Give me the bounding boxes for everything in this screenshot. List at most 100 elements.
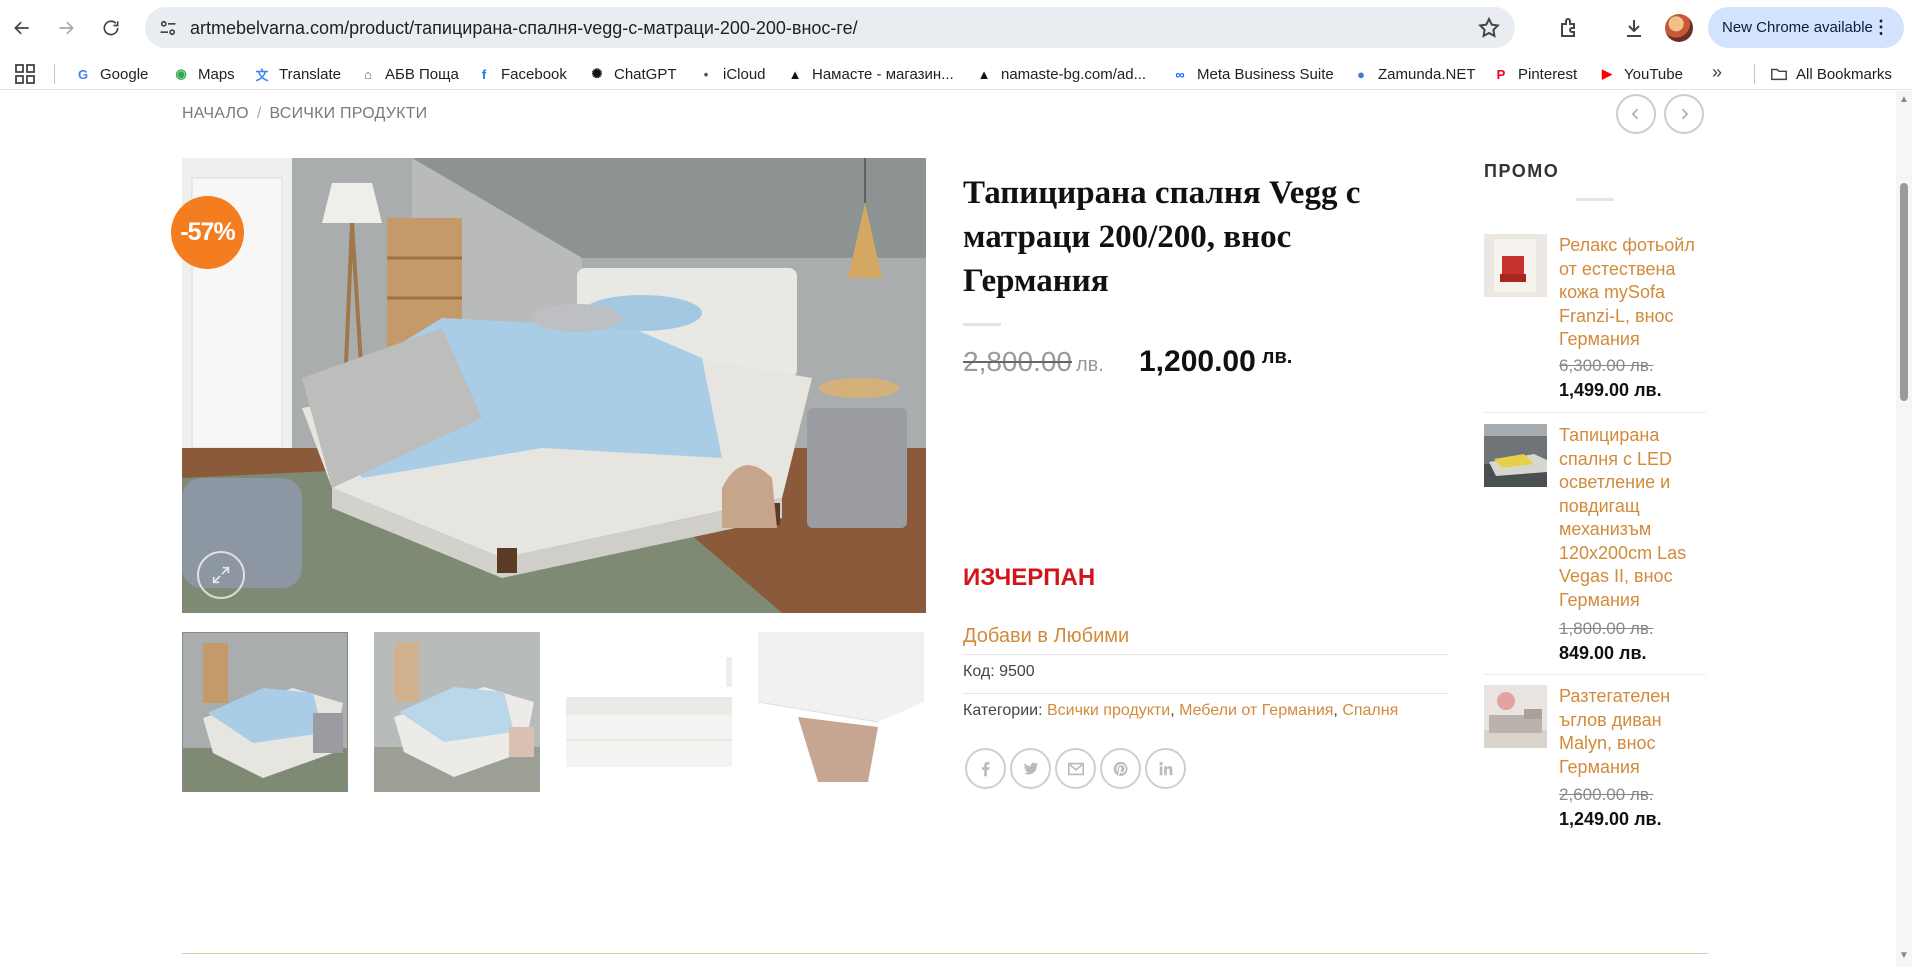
add-to-wishlist-link[interactable]: Добави в Любими — [963, 625, 1129, 648]
promo-thumbnail[interactable] — [1484, 424, 1547, 487]
share-facebook-icon[interactable] — [965, 748, 1006, 789]
maps-icon: ◉ — [175, 66, 187, 81]
old-price-currency: лв. — [1076, 354, 1104, 376]
next-product-button[interactable] — [1664, 94, 1704, 134]
promo-item[interactable]: Релакс фотьойл от естествена кожа mySofa… — [1484, 234, 1706, 413]
new-chrome-label: New Chrome available — [1722, 19, 1873, 36]
promo-item-title-link[interactable]: Релакс фотьойл от естествена кожа mySofa… — [1559, 234, 1704, 352]
promo-item[interactable]: Разтегателен ъглов диван Malyn, внос Гер… — [1484, 685, 1706, 829]
divider — [1484, 674, 1706, 675]
zoom-expand-icon[interactable] — [197, 551, 245, 599]
category-link-bedroom[interactable]: Спалня — [1342, 702, 1398, 719]
bookmarks-divider — [54, 64, 55, 84]
bookmark-mountain[interactable]: ▲ Намасте - магазин... — [786, 62, 954, 86]
title-divider — [963, 323, 1001, 326]
share-twitter-icon[interactable] — [1010, 748, 1051, 789]
bookmark-youtube[interactable]: ▶ YouTube — [1598, 62, 1683, 86]
promo-old-price: 2,600.00 лв. — [1559, 785, 1654, 804]
facebook-icon: f — [481, 66, 487, 82]
new-chrome-button[interactable]: New Chrome available ⋮ — [1708, 7, 1904, 48]
address-bar[interactable]: artmebelvarna.com/product/тапицирана-спа… — [145, 7, 1515, 48]
site-info-icon[interactable] — [155, 15, 181, 41]
thumbnail-3[interactable] — [566, 632, 732, 792]
thumbnail-4[interactable] — [758, 632, 924, 792]
bookmark-google[interactable]: G Google — [74, 62, 148, 86]
page-scrollbar[interactable]: ▲ ▼ — [1896, 91, 1912, 967]
bookmark-label: YouTube — [1624, 65, 1683, 83]
thumbnail-1[interactable] — [182, 632, 348, 792]
category-link-germany[interactable]: Мебели от Германия — [1179, 702, 1333, 719]
scroll-thumb[interactable] — [1900, 183, 1908, 401]
browser-toolbar: artmebelvarna.com/product/тапицирана-спа… — [0, 0, 1912, 56]
bookmark-label: namaste-bg.com/ad... — [1001, 65, 1147, 83]
promo-sale-price: 849.00 лв. — [1559, 643, 1647, 663]
sale-price-currency: лв. — [1261, 346, 1293, 368]
mountain-icon: ▲ — [977, 66, 991, 82]
back-icon[interactable] — [6, 12, 38, 44]
categories-row: Категории: Всички продукти, Мебели от Ге… — [963, 702, 1399, 719]
profile-avatar[interactable] — [1665, 14, 1693, 42]
bookmarks-bar: G Google ◉ Maps 文 Translate ⌂ АБВ Поща f Facebook… — [0, 56, 1912, 90]
promo-item-title-link[interactable]: Тапицирана спалня с LED осветление и пов… — [1559, 424, 1704, 612]
bookmark-label: Zamunda.NET — [1378, 65, 1476, 83]
apps-grid-icon[interactable] — [14, 63, 36, 85]
promo-item[interactable]: Тапицирана спалня с LED осветление и пов… — [1484, 424, 1706, 675]
scroll-down-icon[interactable]: ▼ — [1899, 951, 1909, 961]
chatgpt-icon: ✺ — [591, 66, 603, 81]
scroll-up-icon[interactable]: ▲ — [1899, 95, 1909, 105]
footer-divider — [182, 953, 1708, 954]
share-linkedin-icon[interactable] — [1145, 748, 1186, 789]
reload-icon[interactable] — [95, 12, 127, 44]
menu-dots-icon[interactable]: ⋮ — [1872, 17, 1890, 38]
more-bookmarks-icon[interactable]: » — [1712, 62, 1722, 83]
bookmark-label: ChatGPT — [614, 65, 677, 83]
bookmark-label: Maps — [198, 65, 235, 83]
prev-product-button[interactable] — [1616, 94, 1656, 134]
page-content: НАЧАЛО / ВСИЧКИ ПРОДУКТИ -57% Тапицирана… — [0, 91, 1896, 967]
abv-mail-icon: ⌂ — [364, 66, 372, 82]
old-price-value: 2,800.00 — [963, 346, 1072, 377]
translate-icon: 文 — [255, 67, 269, 83]
extensions-icon[interactable] — [1555, 14, 1583, 42]
all-bookmarks-button[interactable]: All Bookmarks — [1770, 62, 1892, 86]
promo-thumbnail[interactable] — [1484, 234, 1547, 297]
bookmark-label: Намасте - магазин... — [812, 65, 954, 83]
meta-icon: ∞ — [1175, 66, 1185, 82]
breadcrumb: НАЧАЛО / ВСИЧКИ ПРОДУКТИ — [182, 105, 427, 123]
bookmark-label: Meta Business Suite — [1197, 65, 1334, 83]
bookmark-zamunda[interactable]: ● Zamunda.NET — [1352, 62, 1476, 86]
youtube-icon: ▶ — [1602, 66, 1612, 81]
sku-value: 9500 — [999, 663, 1035, 680]
bookmark-apple[interactable]: • iCloud — [697, 62, 766, 86]
breadcrumb-home-link[interactable]: НАЧАЛО — [182, 105, 249, 122]
forward-icon[interactable] — [50, 12, 82, 44]
bookmark-star-icon[interactable] — [1477, 16, 1501, 40]
bookmark-meta[interactable]: ∞ Meta Business Suite — [1171, 62, 1334, 86]
breadcrumb-current-link[interactable]: ВСИЧКИ ПРОДУКТИ — [269, 105, 427, 122]
bookmark-mountain[interactable]: ▲ namaste-bg.com/ad... — [975, 62, 1147, 86]
url-text[interactable]: artmebelvarna.com/product/тапицирана-спа… — [190, 18, 858, 39]
divider — [963, 693, 1449, 694]
downloads-icon[interactable] — [1620, 14, 1648, 42]
bookmark-facebook[interactable]: f Facebook — [475, 62, 567, 86]
thumbnail-2[interactable] — [374, 632, 540, 792]
category-link-all-products[interactable]: Всички продукти — [1047, 702, 1170, 719]
product-main-image[interactable] — [182, 158, 926, 613]
bookmark-pinterest[interactable]: P Pinterest — [1492, 62, 1578, 86]
sale-price: 1,200.00 лв. — [1139, 345, 1292, 379]
promo-item-title-link[interactable]: Разтегателен ъглов диван Malyn, внос Гер… — [1559, 685, 1704, 779]
sidebar-title-divider — [1576, 198, 1614, 201]
share-email-icon[interactable] — [1055, 748, 1096, 789]
bookmark-label: АБВ Поща — [385, 65, 459, 83]
bookmark-chatgpt[interactable]: ✺ ChatGPT — [588, 62, 677, 86]
bookmark-maps[interactable]: ◉ Maps — [172, 62, 235, 86]
bookmark-abv-mail[interactable]: ⌂ АБВ Поща — [359, 62, 459, 86]
folder-icon — [1770, 65, 1788, 83]
divider — [1484, 412, 1706, 413]
old-price: 2,800.00 лв. — [963, 346, 1104, 378]
promo-sale-price: 1,499.00 лв. — [1559, 380, 1662, 400]
bookmark-translate[interactable]: 文 Translate — [253, 62, 341, 86]
zamunda-icon: ● — [1357, 66, 1365, 82]
promo-thumbnail[interactable] — [1484, 685, 1547, 748]
share-pinterest-icon[interactable] — [1100, 748, 1141, 789]
